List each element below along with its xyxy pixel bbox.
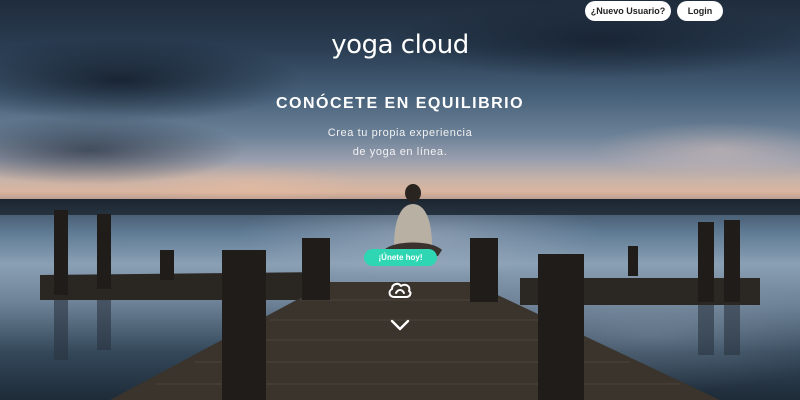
hero-subline-line-2: de yoga en línea. [352, 146, 448, 158]
chevron-down-icon[interactable] [390, 318, 410, 332]
meditating-person [384, 184, 442, 256]
brand-logo[interactable]: yoga cloud [0, 30, 800, 60]
hero-subline: Crea tu propia experiencia de yoga en lí… [0, 124, 800, 162]
cloud-logo-icon [388, 282, 412, 298]
hero-subline-line-1: Crea tu propia experiencia [327, 127, 473, 139]
hero-background: ¿Nuevo Usuario? Login yoga cloud CONÓCET… [0, 0, 800, 400]
dock-scene [40, 184, 760, 400]
new-user-button[interactable]: ¿Nuevo Usuario? [585, 1, 671, 21]
login-button[interactable]: Login [677, 1, 723, 21]
join-today-button[interactable]: ¡Únete hoy! [364, 249, 437, 266]
hero-headline: CONÓCETE EN EQUILIBRIO [275, 95, 525, 112]
